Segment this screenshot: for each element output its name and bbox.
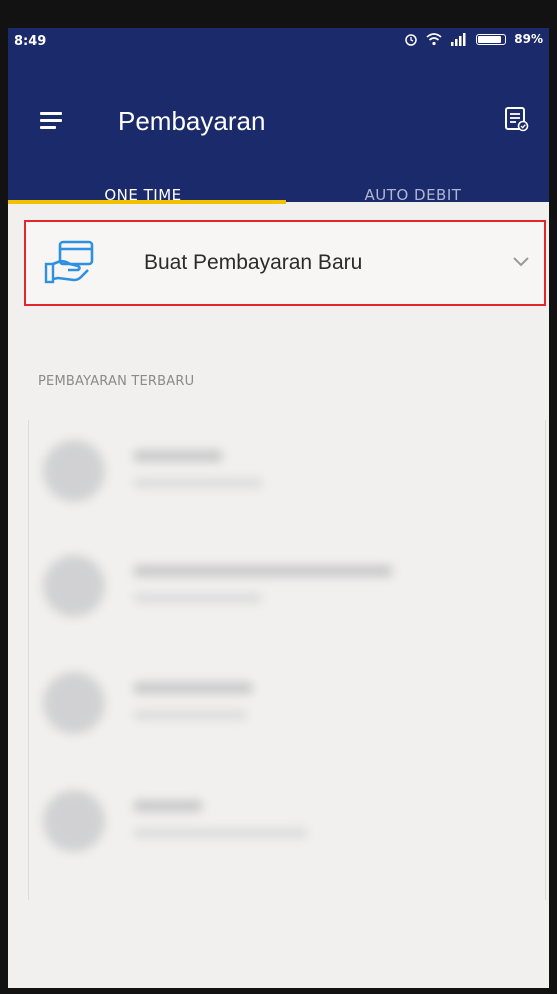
avatar bbox=[43, 555, 105, 617]
battery-percent: 89% bbox=[514, 32, 543, 46]
avatar bbox=[43, 672, 105, 734]
avatar bbox=[43, 790, 105, 852]
new-payment-label: Buat Pembayaran Baru bbox=[144, 251, 363, 274]
blurred-text bbox=[133, 682, 253, 694]
receipt-list-icon[interactable] bbox=[503, 106, 529, 132]
status-time: 8:49 bbox=[14, 34, 47, 49]
blurred-text bbox=[133, 565, 393, 577]
page-title: Pembayaran bbox=[118, 106, 266, 136]
signal-icon bbox=[451, 32, 466, 46]
app-bar: Pembayaran ONE TIME AUTO DEBIT bbox=[8, 54, 549, 204]
blurred-text bbox=[133, 828, 308, 838]
blurred-text bbox=[133, 450, 223, 462]
alarm-icon bbox=[405, 34, 418, 46]
tab-one-time[interactable]: ONE TIME bbox=[8, 162, 278, 228]
avatar bbox=[43, 440, 105, 502]
chevron-down-icon[interactable] bbox=[512, 256, 530, 268]
tab-auto-debit[interactable]: AUTO DEBIT bbox=[278, 162, 548, 228]
device-frame: 8:49 89% Pembayaran ONE TIME AUTO DEBIT … bbox=[0, 0, 557, 994]
tab-bar: ONE TIME AUTO DEBIT bbox=[8, 162, 549, 228]
battery-icon bbox=[476, 33, 507, 45]
app-screen: 8:49 89% Pembayaran ONE TIME AUTO DEBIT … bbox=[8, 28, 549, 988]
blurred-text bbox=[133, 593, 263, 603]
recent-payments-title: PEMBAYARAN TERBARU bbox=[38, 374, 195, 389]
list-item[interactable] bbox=[29, 770, 547, 880]
recent-payments-list bbox=[28, 420, 546, 900]
list-item[interactable] bbox=[29, 535, 547, 645]
tab-selected-indicator bbox=[8, 200, 286, 204]
blurred-text bbox=[133, 800, 203, 812]
status-icons: 89% bbox=[404, 32, 543, 46]
list-item[interactable] bbox=[29, 652, 547, 762]
list-item[interactable] bbox=[29, 420, 547, 530]
wifi-icon bbox=[426, 32, 442, 45]
blurred-text bbox=[133, 478, 263, 488]
blurred-text bbox=[133, 710, 248, 720]
hamburger-menu-icon[interactable] bbox=[40, 112, 62, 130]
new-payment-button[interactable]: Buat Pembayaran Baru bbox=[24, 220, 546, 306]
status-bar: 8:49 89% bbox=[8, 28, 549, 54]
card-payment-icon bbox=[44, 240, 94, 284]
battery-fill bbox=[478, 35, 502, 43]
